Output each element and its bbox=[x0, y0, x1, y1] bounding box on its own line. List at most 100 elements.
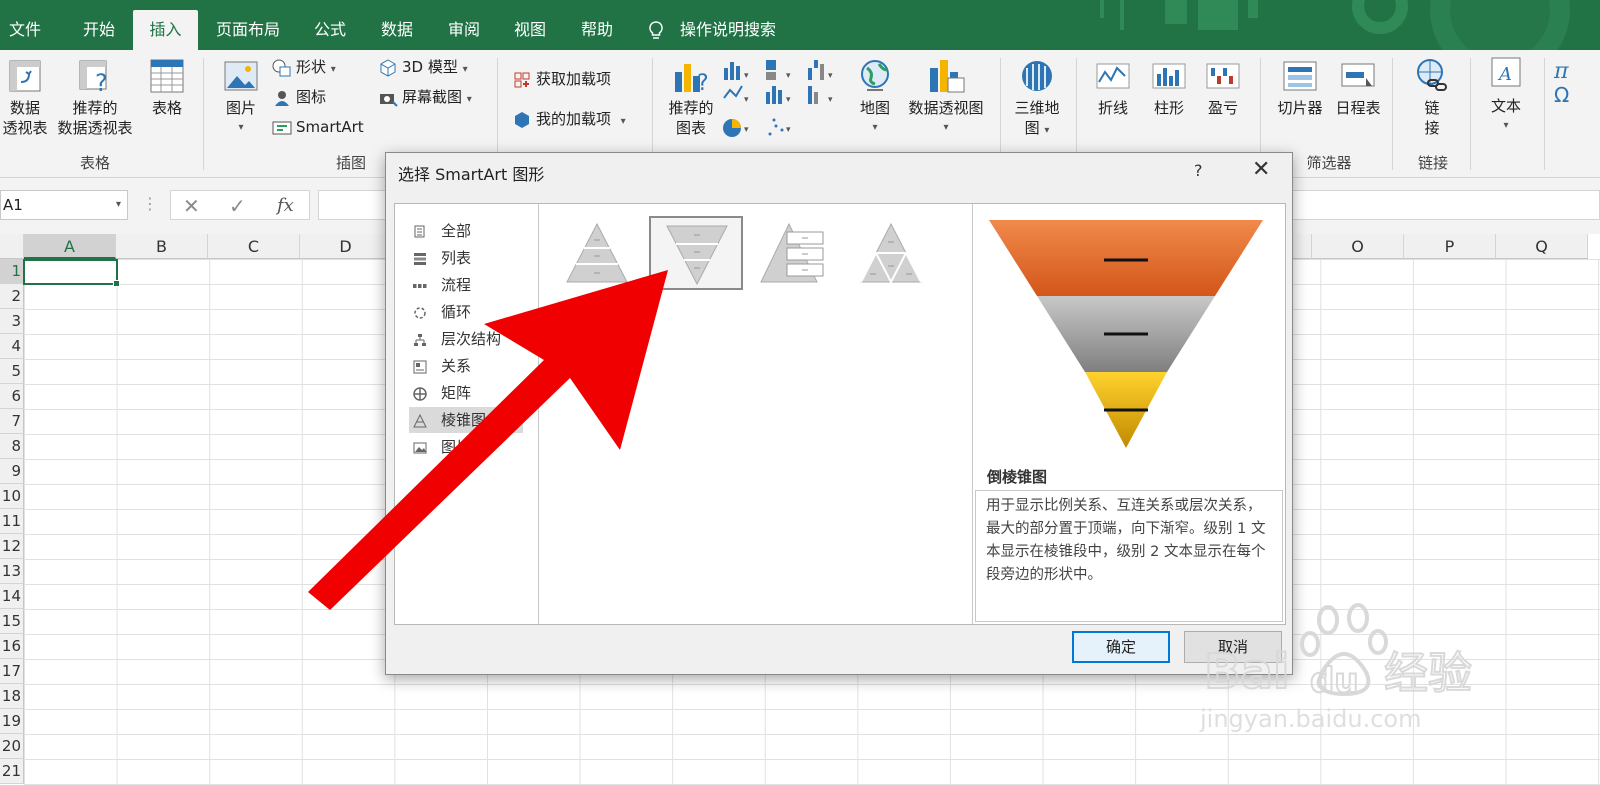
row-header[interactable]: 15 bbox=[0, 609, 24, 634]
screenshot-label: 屏幕截图 bbox=[402, 88, 463, 106]
chevron-down-icon: ▾ bbox=[1503, 120, 1509, 131]
ribbon-separator bbox=[1392, 58, 1393, 170]
recommended-pivot-button[interactable]: ? 推荐的 数据透视表 bbox=[54, 58, 136, 138]
row-header[interactable]: 20 bbox=[0, 734, 24, 759]
icons-button[interactable]: 图标 bbox=[272, 84, 326, 110]
pivot-table-button[interactable]: 数据 透视表 bbox=[0, 58, 50, 138]
svg-text:Bai: Bai bbox=[1204, 644, 1289, 700]
table-button[interactable]: 表格 bbox=[142, 58, 192, 118]
text-button[interactable]: A 文本 ▾ bbox=[1480, 56, 1532, 136]
row-header[interactable]: 13 bbox=[0, 559, 24, 584]
icons-label: 图标 bbox=[296, 88, 327, 106]
sparkline-column-icon bbox=[1152, 63, 1186, 89]
svg-text:π: π bbox=[1553, 59, 1569, 84]
tab-file[interactable]: 文件 bbox=[0, 10, 50, 50]
pivot-chart-button[interactable]: 数据透视图 ▾ bbox=[902, 58, 990, 138]
symbols-icon[interactable]: πΩ bbox=[1552, 56, 1600, 104]
row-header[interactable]: 2 bbox=[0, 284, 24, 309]
row-header[interactable]: 6 bbox=[0, 384, 24, 409]
tell-me-label: 操作说明搜索 bbox=[680, 20, 777, 39]
tab-help[interactable]: 帮助 bbox=[568, 10, 626, 50]
row-header[interactable]: 8 bbox=[0, 434, 24, 459]
row-header[interactable]: 10 bbox=[0, 484, 24, 509]
name-box[interactable]: A1 ▾ bbox=[0, 190, 128, 220]
column-header[interactable]: O bbox=[1312, 234, 1404, 259]
3d-model-button[interactable]: 3D 模型 ▾ bbox=[378, 54, 468, 80]
svg-text:Ω: Ω bbox=[1554, 83, 1569, 104]
tab-formulas[interactable]: 公式 bbox=[302, 10, 358, 50]
column-header[interactable]: Q bbox=[1496, 234, 1588, 259]
pivot-chart-icon bbox=[930, 60, 965, 93]
sparkline-line-label: 折线 bbox=[1097, 99, 1128, 117]
chevron-down-icon: ▾ bbox=[115, 199, 121, 210]
tab-insert[interactable]: 插入 bbox=[133, 10, 198, 50]
chart-type-icons[interactable]: ▾ ▾ ▾ ▾ ▾ ▾ ▾ ▾ bbox=[722, 58, 844, 144]
active-cell[interactable] bbox=[23, 259, 120, 287]
cancel-icon[interactable]: ✕ bbox=[183, 194, 200, 218]
row-header[interactable]: 21 bbox=[0, 759, 24, 784]
tab-review[interactable]: 审阅 bbox=[436, 10, 492, 50]
row-header[interactable]: 1 bbox=[0, 259, 24, 284]
more-options-icon[interactable]: ⋮ bbox=[142, 194, 158, 213]
pictures-button[interactable]: 图片 ▾ bbox=[218, 58, 264, 138]
column-header[interactable]: D bbox=[300, 234, 392, 259]
my-addins-button[interactable]: 我的加载项 ▾ bbox=[512, 106, 626, 132]
enter-icon[interactable]: ✓ bbox=[229, 194, 246, 218]
row-header[interactable]: 17 bbox=[0, 659, 24, 684]
3d-map-button[interactable]: 三维地 图 ▾ bbox=[1010, 58, 1064, 141]
timeline-button[interactable]: 日程表 bbox=[1330, 58, 1386, 118]
dialog-title: 选择 SmartArt 图形 bbox=[398, 165, 545, 184]
recommended-charts-label-2: 图表 bbox=[675, 119, 706, 137]
row-header[interactable]: 19 bbox=[0, 709, 24, 734]
row-header[interactable]: 14 bbox=[0, 584, 24, 609]
tab-view[interactable]: 视图 bbox=[502, 10, 558, 50]
sparkline-column-button[interactable]: 柱形 bbox=[1146, 58, 1192, 118]
tell-me-search[interactable]: 操作说明搜索 bbox=[648, 10, 776, 50]
timeline-label: 日程表 bbox=[1335, 99, 1381, 117]
row-header[interactable]: 5 bbox=[0, 359, 24, 384]
row-header[interactable]: 4 bbox=[0, 334, 24, 359]
help-button[interactable]: ? bbox=[1194, 161, 1203, 180]
smartart-label: SmartArt bbox=[296, 118, 364, 136]
sparkline-winloss-button[interactable]: 盈亏 bbox=[1200, 58, 1246, 118]
row-header[interactable]: 16 bbox=[0, 634, 24, 659]
close-button[interactable]: ✕ bbox=[1252, 157, 1270, 182]
row-header[interactable]: 9 bbox=[0, 459, 24, 484]
row-header[interactable]: 18 bbox=[0, 684, 24, 709]
svg-text:▾: ▾ bbox=[786, 71, 791, 81]
pyramid-list-thumbnail[interactable] bbox=[747, 216, 841, 290]
maps-button[interactable]: 地图 ▾ bbox=[852, 58, 898, 138]
sparkline-line-button[interactable]: 折线 bbox=[1090, 58, 1136, 118]
segmented-pyramid-thumbnail[interactable] bbox=[845, 216, 939, 290]
row-header[interactable]: 7 bbox=[0, 409, 24, 434]
row-header[interactable]: 12 bbox=[0, 534, 24, 559]
column-header[interactable]: A bbox=[24, 234, 116, 259]
shapes-button[interactable]: 形状 ▾ bbox=[272, 54, 336, 80]
recommended-charts-button[interactable]: ? 推荐的 图表 bbox=[664, 58, 718, 138]
camera-icon bbox=[380, 93, 398, 107]
column-header[interactable]: B bbox=[116, 234, 208, 259]
screenshot-button[interactable]: 屏幕截图 ▾ bbox=[378, 84, 472, 110]
row-header[interactable]: 11 bbox=[0, 509, 24, 534]
category-all[interactable]: 全部 bbox=[409, 218, 523, 244]
ok-button[interactable]: 确定 bbox=[1072, 631, 1170, 663]
group-label-tables: 表格 bbox=[79, 154, 110, 172]
smartart-button[interactable]: SmartArt bbox=[272, 114, 364, 140]
insert-function-icon[interactable]: fx bbox=[277, 195, 294, 216]
recommended-charts-label-1: 推荐的 bbox=[668, 99, 714, 117]
tab-data[interactable]: 数据 bbox=[368, 10, 426, 50]
get-addins-button[interactable]: 获取加载项 bbox=[512, 66, 611, 92]
svg-text:经验: 经验 bbox=[1384, 648, 1472, 699]
slicer-button[interactable]: 切片器 bbox=[1272, 58, 1328, 118]
pivot-table-icon bbox=[9, 60, 41, 92]
link-button[interactable]: 链 接 bbox=[1404, 58, 1460, 138]
tab-page-layout[interactable]: 页面布局 bbox=[206, 10, 290, 50]
annotation-arrow bbox=[308, 270, 668, 610]
group-label-links: 链接 bbox=[1417, 154, 1448, 172]
column-header[interactable]: P bbox=[1404, 234, 1496, 259]
row-header[interactable]: 3 bbox=[0, 309, 24, 334]
3d-map-label-1: 三维地 bbox=[1014, 99, 1060, 117]
column-header[interactable]: C bbox=[208, 234, 300, 259]
select-all-corner[interactable] bbox=[0, 234, 24, 259]
tab-home[interactable]: 开始 bbox=[66, 10, 132, 50]
